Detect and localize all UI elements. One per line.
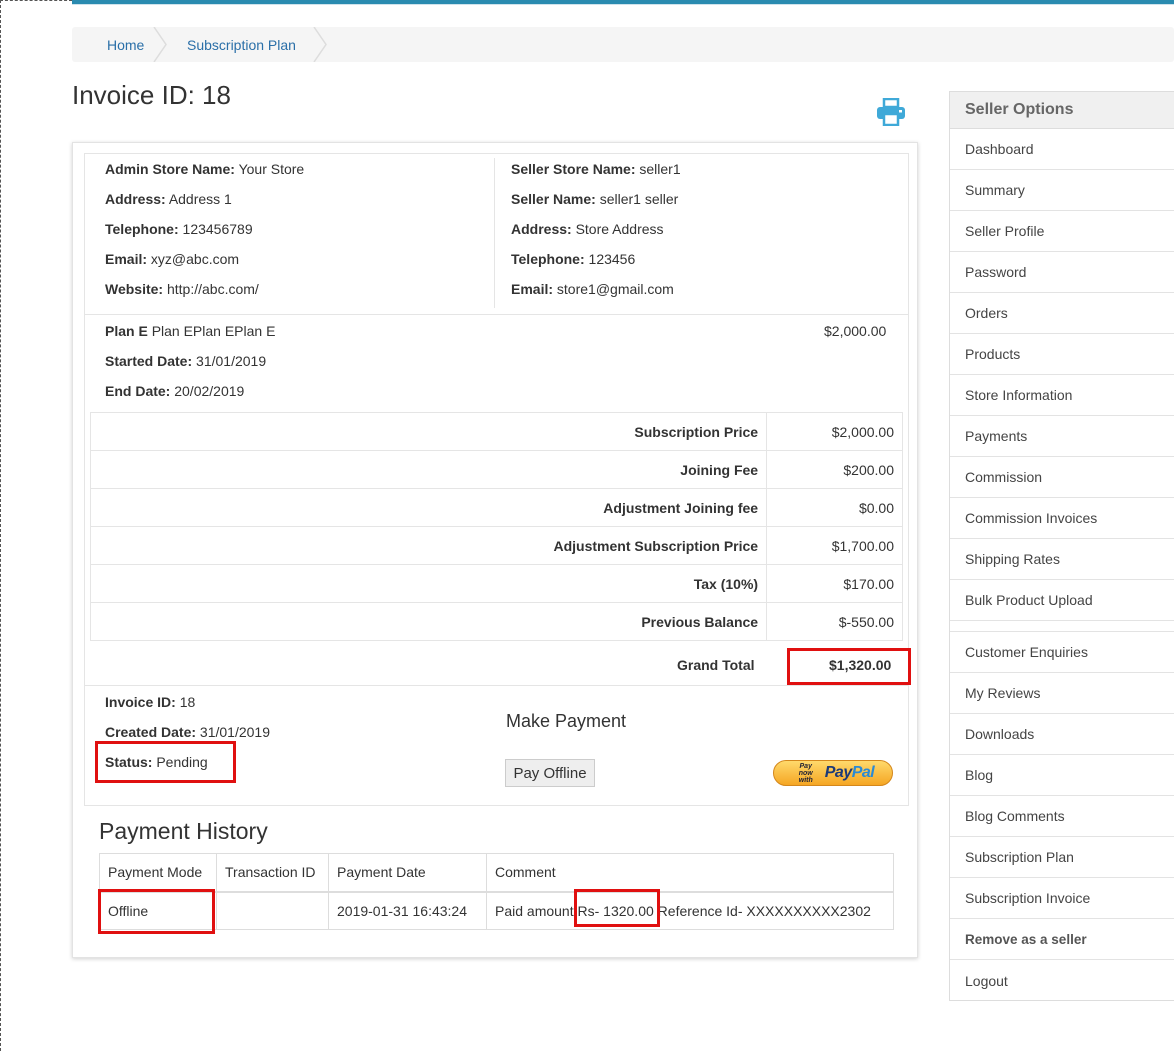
- table-row: Previous Balance $-550.00: [89, 602, 903, 641]
- table-row: Adjustment Joining fee $0.00: [89, 488, 903, 527]
- table-row: Tax (10%) $170.00: [89, 564, 903, 603]
- section-divider: [84, 314, 909, 315]
- sidebar-spacer: [950, 621, 1174, 632]
- breadcrumb: Home Subscription Plan: [72, 27, 1174, 62]
- sidebar-item-dashboard[interactable]: Dashboard: [950, 129, 1174, 170]
- sidebar-item-commission-invoices[interactable]: Commission Invoices: [950, 498, 1174, 539]
- charge-label: Tax (10%): [89, 564, 768, 603]
- paypal-button[interactable]: Pay now with PayPal: [773, 760, 893, 786]
- pay-offline-button[interactable]: Pay Offline: [505, 759, 595, 787]
- sidebar-heading: Seller Options: [950, 92, 1174, 129]
- make-payment-heading: Make Payment: [506, 711, 627, 731]
- charge-label: Adjustment Joining fee: [89, 488, 768, 527]
- plan-started-date: Started Date: 31/01/2019: [105, 353, 267, 369]
- sidebar-item-commission[interactable]: Commission: [950, 457, 1174, 498]
- sidebar-item-bulk-product-upload[interactable]: Bulk Product Upload: [950, 580, 1174, 621]
- page-title: Invoice ID: 18: [72, 80, 231, 110]
- sidebar-item-subscription-plan[interactable]: Subscription Plan: [950, 837, 1174, 878]
- paypal-small-text: Pay now with: [798, 762, 813, 784]
- plan-end-date: End Date: 20/02/2019: [105, 383, 245, 399]
- admin-telephone: Telephone: 123456789: [105, 221, 253, 237]
- grand-total-label: Grand Total: [677, 657, 755, 673]
- comment-cell: Paid amount Rs- 1320.00 Reference Id- XX…: [486, 891, 894, 930]
- plan-price: $2,000.00: [824, 323, 887, 339]
- breadcrumb-subscription-plan-link[interactable]: Subscription Plan: [167, 27, 327, 62]
- seller-address: Address: Store Address: [511, 221, 664, 237]
- sidebar-item-summary[interactable]: Summary: [950, 170, 1174, 211]
- column-header: Comment: [486, 853, 894, 893]
- table-row: Adjustment Subscription Price $1,700.00: [89, 526, 903, 565]
- admin-address: Address: Address 1: [105, 191, 232, 207]
- column-header: Payment Mode: [99, 853, 217, 893]
- print-icon[interactable]: [876, 97, 906, 127]
- paypal-logo: PayPal: [824, 764, 875, 781]
- transaction-id-cell: [216, 891, 329, 930]
- sidebar-item-customer-enquiries[interactable]: Customer Enquiries: [950, 632, 1174, 673]
- breadcrumb-home-link[interactable]: Home: [72, 27, 167, 62]
- sidebar-item-my-reviews[interactable]: My Reviews: [950, 673, 1174, 714]
- charge-label: Joining Fee: [89, 450, 768, 489]
- seller-name: Seller Name: seller1 seller: [511, 191, 679, 207]
- charge-value: $1,700.00: [766, 526, 903, 565]
- admin-email: Email: xyz@abc.com: [105, 251, 240, 267]
- charge-value: $170.00: [766, 564, 903, 603]
- invoice-card: Admin Store Name: Your Store Address: Ad…: [72, 142, 918, 958]
- top-accent-bar: [72, 0, 1174, 5]
- page-border-top: [0, 0, 72, 1]
- sidebar-item-payments[interactable]: Payments: [950, 416, 1174, 457]
- sidebar-item-orders[interactable]: Orders: [950, 293, 1174, 334]
- breadcrumb-current-label: Subscription Plan: [187, 36, 296, 53]
- admin-website: Website: http://abc.com/: [105, 281, 259, 297]
- amount-highlight: [574, 889, 660, 927]
- charge-label: Adjustment Subscription Price: [89, 526, 768, 565]
- sidebar-item-shipping-rates[interactable]: Shipping Rates: [950, 539, 1174, 580]
- sidebar-item-logout[interactable]: Logout: [950, 960, 1174, 1001]
- sidebar-item-seller-profile[interactable]: Seller Profile: [950, 211, 1174, 252]
- charge-value: $-550.00: [766, 602, 903, 641]
- sidebar-item-subscription-invoice[interactable]: Subscription Invoice: [950, 878, 1174, 919]
- sidebar-item-products[interactable]: Products: [950, 334, 1174, 375]
- seller-telephone: Telephone: 123456: [511, 251, 636, 267]
- sidebar-item-store-information[interactable]: Store Information: [950, 375, 1174, 416]
- charges-table: Subscription Price $2,000.00 Joining Fee $…: [89, 412, 903, 641]
- admin-store-name: Admin Store Name: Your Store: [105, 161, 305, 177]
- table-row: Joining Fee $200.00: [89, 450, 903, 489]
- column-header: Payment Date: [328, 853, 487, 893]
- seller-store-name: Seller Store Name: seller1: [511, 161, 681, 177]
- charge-label: Subscription Price: [89, 412, 768, 451]
- sidebar-item-downloads[interactable]: Downloads: [950, 714, 1174, 755]
- sidebar-item-blog[interactable]: Blog: [950, 755, 1174, 796]
- section-divider: [84, 685, 909, 686]
- page-border-left: [0, 0, 1, 1051]
- table-header-row: Payment Mode Transaction ID Payment Date…: [99, 853, 894, 893]
- payment-history-table: Payment Mode Transaction ID Payment Date…: [99, 853, 894, 930]
- invoice-id: Invoice ID: 18: [105, 694, 196, 710]
- table-row: Subscription Price $2,000.00: [89, 412, 903, 451]
- status-highlight: [95, 741, 236, 783]
- sidebar-item-blog-comments[interactable]: Blog Comments: [950, 796, 1174, 837]
- seller-options-sidebar: Seller Options Dashboard Summary Seller …: [949, 91, 1174, 1001]
- column-header: Transaction ID: [216, 853, 329, 893]
- charge-label: Previous Balance: [89, 602, 768, 641]
- charge-value: $0.00: [766, 488, 903, 527]
- table-row: Offline 2019-01-31 16:43:24 Paid amount …: [99, 891, 894, 930]
- charge-value: $2,000.00: [766, 412, 903, 451]
- sidebar-item-password[interactable]: Password: [950, 252, 1174, 293]
- payment-date-cell: 2019-01-31 16:43:24: [328, 891, 487, 930]
- column-divider: [494, 158, 495, 308]
- payment-mode-highlight: [98, 889, 215, 934]
- seller-email: Email: store1@gmail.com: [511, 281, 674, 297]
- breadcrumb-separator-icon: [313, 27, 327, 62]
- breadcrumb-separator-icon: [153, 27, 167, 62]
- charge-value: $200.00: [766, 450, 903, 489]
- plan-name: Plan E Plan EPlan EPlan E: [105, 323, 276, 339]
- invoice-created-date: Created Date: 31/01/2019: [105, 724, 270, 740]
- grand-total-highlight: [787, 648, 911, 685]
- payment-history-title: Payment History: [99, 818, 268, 844]
- breadcrumb-home-label: Home: [107, 36, 145, 53]
- sidebar-item-remove-seller[interactable]: Remove as a seller: [950, 919, 1174, 960]
